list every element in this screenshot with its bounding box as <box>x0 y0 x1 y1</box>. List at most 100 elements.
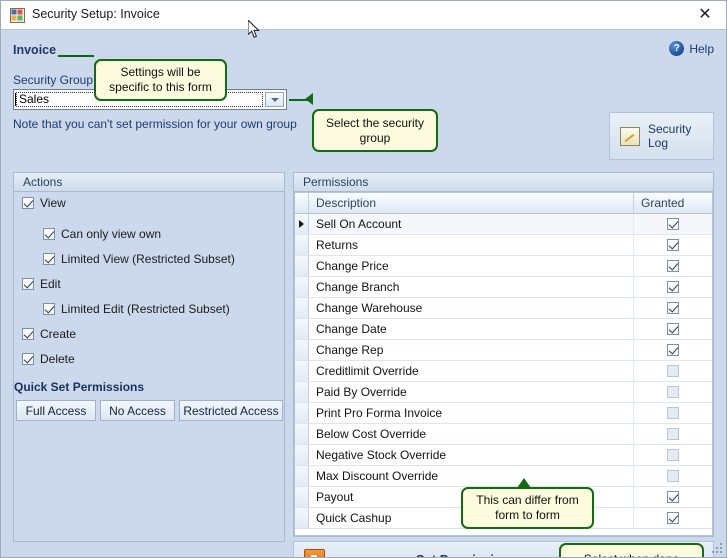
help-label: Help <box>689 41 714 56</box>
row-selector-arrow-icon[interactable] <box>295 487 309 507</box>
cell-granted[interactable] <box>634 487 712 507</box>
checkbox-icon[interactable] <box>43 253 55 265</box>
full-access-button[interactable]: Full Access <box>16 400 96 421</box>
cell-description: Max Discount Override <box>309 466 634 486</box>
table-row[interactable]: Negative Stock Override <box>295 445 712 466</box>
row-selector-arrow-icon[interactable] <box>295 277 309 297</box>
row-selector-arrow-icon[interactable] <box>295 508 309 528</box>
row-selector-arrow-icon[interactable] <box>295 382 309 402</box>
checkbox-icon[interactable] <box>22 328 34 340</box>
granted-checkbox-icon[interactable] <box>667 428 679 440</box>
help-icon: ? <box>669 41 685 56</box>
granted-checkbox-icon[interactable] <box>667 239 679 251</box>
chevron-down-icon[interactable] <box>265 92 284 107</box>
title-bar: Security Setup: Invoice ✕ <box>1 1 726 30</box>
cell-description: Creditlimit Override <box>309 361 634 381</box>
cell-granted[interactable] <box>634 340 712 360</box>
row-selector-arrow-icon[interactable] <box>295 298 309 318</box>
row-selector-arrow-icon[interactable] <box>295 235 309 255</box>
granted-checkbox-icon[interactable] <box>667 407 679 419</box>
callout-differs-per-form: This can differ from form to form <box>461 487 594 529</box>
cell-granted[interactable] <box>634 361 712 381</box>
row-selector-arrow-icon[interactable] <box>295 445 309 465</box>
table-row[interactable]: Change Rep <box>295 340 712 361</box>
checkbox-icon[interactable] <box>22 353 34 365</box>
column-header-granted[interactable]: Granted <box>634 193 712 213</box>
cell-granted[interactable] <box>634 319 712 339</box>
checkbox-icon[interactable] <box>43 303 55 315</box>
cell-granted[interactable] <box>634 382 712 402</box>
table-row[interactable]: Sell On Account <box>295 214 712 235</box>
row-selector-arrow-icon[interactable] <box>295 319 309 339</box>
cell-granted[interactable] <box>634 508 712 528</box>
row-selector-arrow-icon[interactable] <box>295 340 309 360</box>
own-group-note: Note that you can't set permission for y… <box>13 117 297 131</box>
action-checkbox-limited-edit-restricted-subset[interactable]: Limited Edit (Restricted Subset) <box>43 302 230 316</box>
granted-checkbox-icon[interactable] <box>667 491 679 503</box>
checkbox-icon[interactable] <box>43 228 55 240</box>
grid-row-selector-header <box>295 193 309 213</box>
row-selector-arrow-icon[interactable] <box>295 403 309 423</box>
action-checkbox-can-only-view-own[interactable]: Can only view own <box>43 227 161 241</box>
action-checkbox-view[interactable]: View <box>22 196 66 210</box>
action-label: View <box>40 196 66 210</box>
table-row[interactable]: Change Branch <box>295 277 712 298</box>
callout-connector-settings <box>58 55 94 57</box>
text-caret <box>15 93 16 106</box>
checkbox-icon[interactable] <box>22 278 34 290</box>
cell-description: Returns <box>309 235 634 255</box>
table-row[interactable]: Print Pro Forma Invoice <box>295 403 712 424</box>
action-checkbox-edit[interactable]: Edit <box>22 277 61 291</box>
cell-granted[interactable] <box>634 235 712 255</box>
granted-checkbox-icon[interactable] <box>667 365 679 377</box>
granted-checkbox-icon[interactable] <box>667 512 679 524</box>
row-selector-arrow-icon[interactable] <box>295 466 309 486</box>
resize-grip[interactable] <box>712 543 723 554</box>
cell-description: Change Warehouse <box>309 298 634 318</box>
table-row[interactable]: Change Date <box>295 319 712 340</box>
cell-granted[interactable] <box>634 298 712 318</box>
granted-checkbox-icon[interactable] <box>667 386 679 398</box>
row-selector-arrow-icon[interactable] <box>295 214 309 234</box>
granted-checkbox-icon[interactable] <box>667 323 679 335</box>
checkbox-icon[interactable] <box>22 197 34 209</box>
restricted-access-button[interactable]: Restricted Access <box>179 400 283 421</box>
granted-checkbox-icon[interactable] <box>667 260 679 272</box>
action-checkbox-create[interactable]: Create <box>22 327 76 341</box>
row-selector-arrow-icon[interactable] <box>295 256 309 276</box>
granted-checkbox-icon[interactable] <box>667 281 679 293</box>
action-checkbox-delete[interactable]: Delete <box>22 352 75 366</box>
cell-granted[interactable] <box>634 424 712 444</box>
table-row[interactable]: Max Discount Override <box>295 466 712 487</box>
row-selector-arrow-icon[interactable] <box>295 424 309 444</box>
cell-granted[interactable] <box>634 277 712 297</box>
callout-settings-specific: Settings will be specific to this form <box>94 59 227 101</box>
column-header-description[interactable]: Description <box>309 193 634 213</box>
granted-checkbox-icon[interactable] <box>667 470 679 482</box>
security-log-label: Security Log <box>648 122 692 150</box>
action-label: Limited View (Restricted Subset) <box>61 252 235 266</box>
permissions-grid[interactable]: Description Granted Sell On Account Retur… <box>294 192 713 536</box>
table-row[interactable]: Returns <box>295 235 712 256</box>
cell-granted[interactable] <box>634 445 712 465</box>
close-icon[interactable]: ✕ <box>682 1 726 29</box>
no-access-button[interactable]: No Access <box>100 400 175 421</box>
table-row[interactable]: Creditlimit Override <box>295 361 712 382</box>
table-row[interactable]: Change Warehouse <box>295 298 712 319</box>
security-log-button[interactable]: Security Log <box>609 112 714 160</box>
form-name-label: Invoice <box>13 43 57 57</box>
table-row[interactable]: Below Cost Override <box>295 424 712 445</box>
cell-granted[interactable] <box>634 466 712 486</box>
cell-granted[interactable] <box>634 214 712 234</box>
granted-checkbox-icon[interactable] <box>667 218 679 230</box>
cell-granted[interactable] <box>634 403 712 423</box>
cell-granted[interactable] <box>634 256 712 276</box>
table-row[interactable]: Change Price <box>295 256 712 277</box>
help-link[interactable]: ? Help <box>669 41 714 56</box>
row-selector-arrow-icon[interactable] <box>295 361 309 381</box>
granted-checkbox-icon[interactable] <box>667 449 679 461</box>
granted-checkbox-icon[interactable] <box>667 344 679 356</box>
table-row[interactable]: Paid By Override <box>295 382 712 403</box>
granted-checkbox-icon[interactable] <box>667 302 679 314</box>
action-checkbox-limited-view-restricted-subset[interactable]: Limited View (Restricted Subset) <box>43 252 235 266</box>
